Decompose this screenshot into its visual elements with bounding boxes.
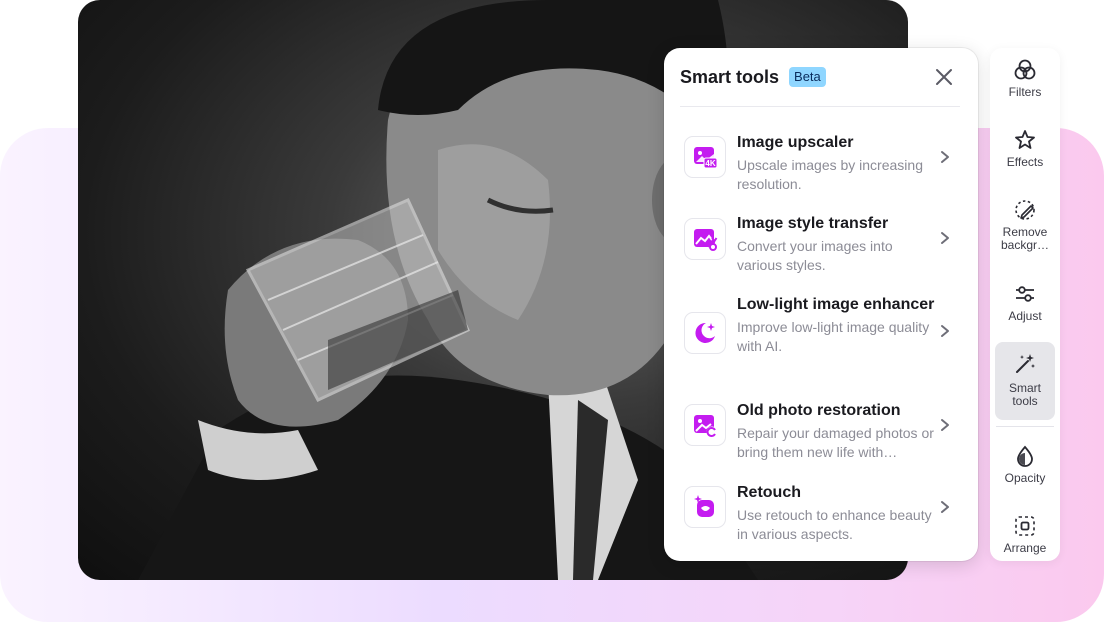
chevron-right-icon [941, 501, 949, 513]
arrange-icon [1015, 516, 1035, 536]
tool-text: Low-light image enhancer Improve low-lig… [737, 292, 937, 356]
tool-title: Image upscaler [737, 134, 854, 151]
tool-low-light-enhancer[interactable]: Low-light image enhancer Improve low-lig… [680, 292, 966, 380]
tool-description: Convert your images into various styles. [737, 238, 893, 273]
sidebar-label: Adjust [1008, 309, 1042, 323]
chevron-right-icon [941, 325, 949, 337]
photo-restore-icon [684, 404, 726, 446]
sidebar-label: Arrange [1003, 541, 1047, 555]
right-toolbar: Filters Effects Remove backgr… Adjust Sm… [990, 48, 1060, 561]
smart-tools-panel: Smart tools Beta 4K Image upscaler Upsca… [664, 48, 978, 561]
tool-title: Retouch [737, 484, 801, 501]
tool-text: Retouch Use retouch to enhance beauty in… [737, 480, 937, 544]
svg-text:4K: 4K [705, 159, 715, 168]
sidebar-label: Remove backgr… [1000, 225, 1050, 252]
image-4k-icon: 4K [684, 136, 726, 178]
panel-title: Smart tools [680, 66, 780, 87]
tool-old-photo-restoration[interactable]: Old photo restoration Repair your damage… [680, 398, 966, 460]
tool-description: Use retouch to enhance beauty in various… [737, 507, 932, 542]
tool-text: Image upscaler Upscale images by increas… [737, 130, 937, 194]
chevron-right-icon [941, 419, 949, 431]
tool-description: Improve low-light image quality with AI. [737, 319, 930, 354]
tool-title: Old photo restoration [737, 402, 901, 419]
tool-image-upscaler[interactable]: 4K Image upscaler Upscale images by incr… [680, 130, 966, 192]
tool-description: Repair your damaged photos or bring them… [737, 425, 934, 460]
sidebar-item-arrange[interactable]: Arrange [995, 510, 1055, 562]
sidebar-label: Smart tools [1008, 381, 1041, 408]
beta-badge: Beta [789, 67, 826, 87]
sidebar-label: Effects [1006, 155, 1044, 169]
sidebar-item-remove-background[interactable]: Remove backgr… [995, 194, 1055, 258]
tool-title: Low-light image enhancer [737, 296, 935, 313]
chevron-right-icon [941, 232, 949, 244]
tool-description: Upscale images by increasing resolution. [737, 157, 923, 192]
panel-header: Smart tools Beta [680, 48, 960, 107]
filters-icon [1014, 59, 1036, 80]
sidebar-item-effects[interactable]: Effects [995, 124, 1055, 176]
retouch-icon [684, 486, 726, 528]
chevron-right-icon [941, 151, 949, 163]
magic-wand-icon [1016, 354, 1035, 373]
adjust-sliders-icon [1016, 286, 1034, 302]
sidebar-item-filters[interactable]: Filters [995, 54, 1055, 106]
opacity-drop-icon [1017, 445, 1033, 467]
sidebar-label: Filters [1008, 85, 1042, 99]
tool-text: Image style transfer Convert your images… [737, 211, 937, 275]
sidebar-label: Opacity [1004, 471, 1046, 485]
sidebar-item-adjust[interactable]: Adjust [995, 278, 1055, 330]
tool-retouch[interactable]: Retouch Use retouch to enhance beauty in… [680, 480, 966, 542]
moon-sparkle-icon [684, 312, 726, 354]
sidebar-item-smart-tools[interactable]: Smart tools [995, 342, 1055, 420]
sidebar-divider [996, 426, 1054, 427]
sidebar-item-opacity[interactable]: Opacity [995, 440, 1055, 492]
style-transfer-icon [684, 218, 726, 260]
remove-background-icon [1015, 200, 1035, 220]
effects-star-icon [1015, 130, 1035, 149]
tool-text: Old photo restoration Repair your damage… [737, 398, 937, 462]
tool-title: Image style transfer [737, 215, 889, 232]
close-icon[interactable] [932, 65, 956, 89]
tool-image-style-transfer[interactable]: Image style transfer Convert your images… [680, 211, 966, 273]
